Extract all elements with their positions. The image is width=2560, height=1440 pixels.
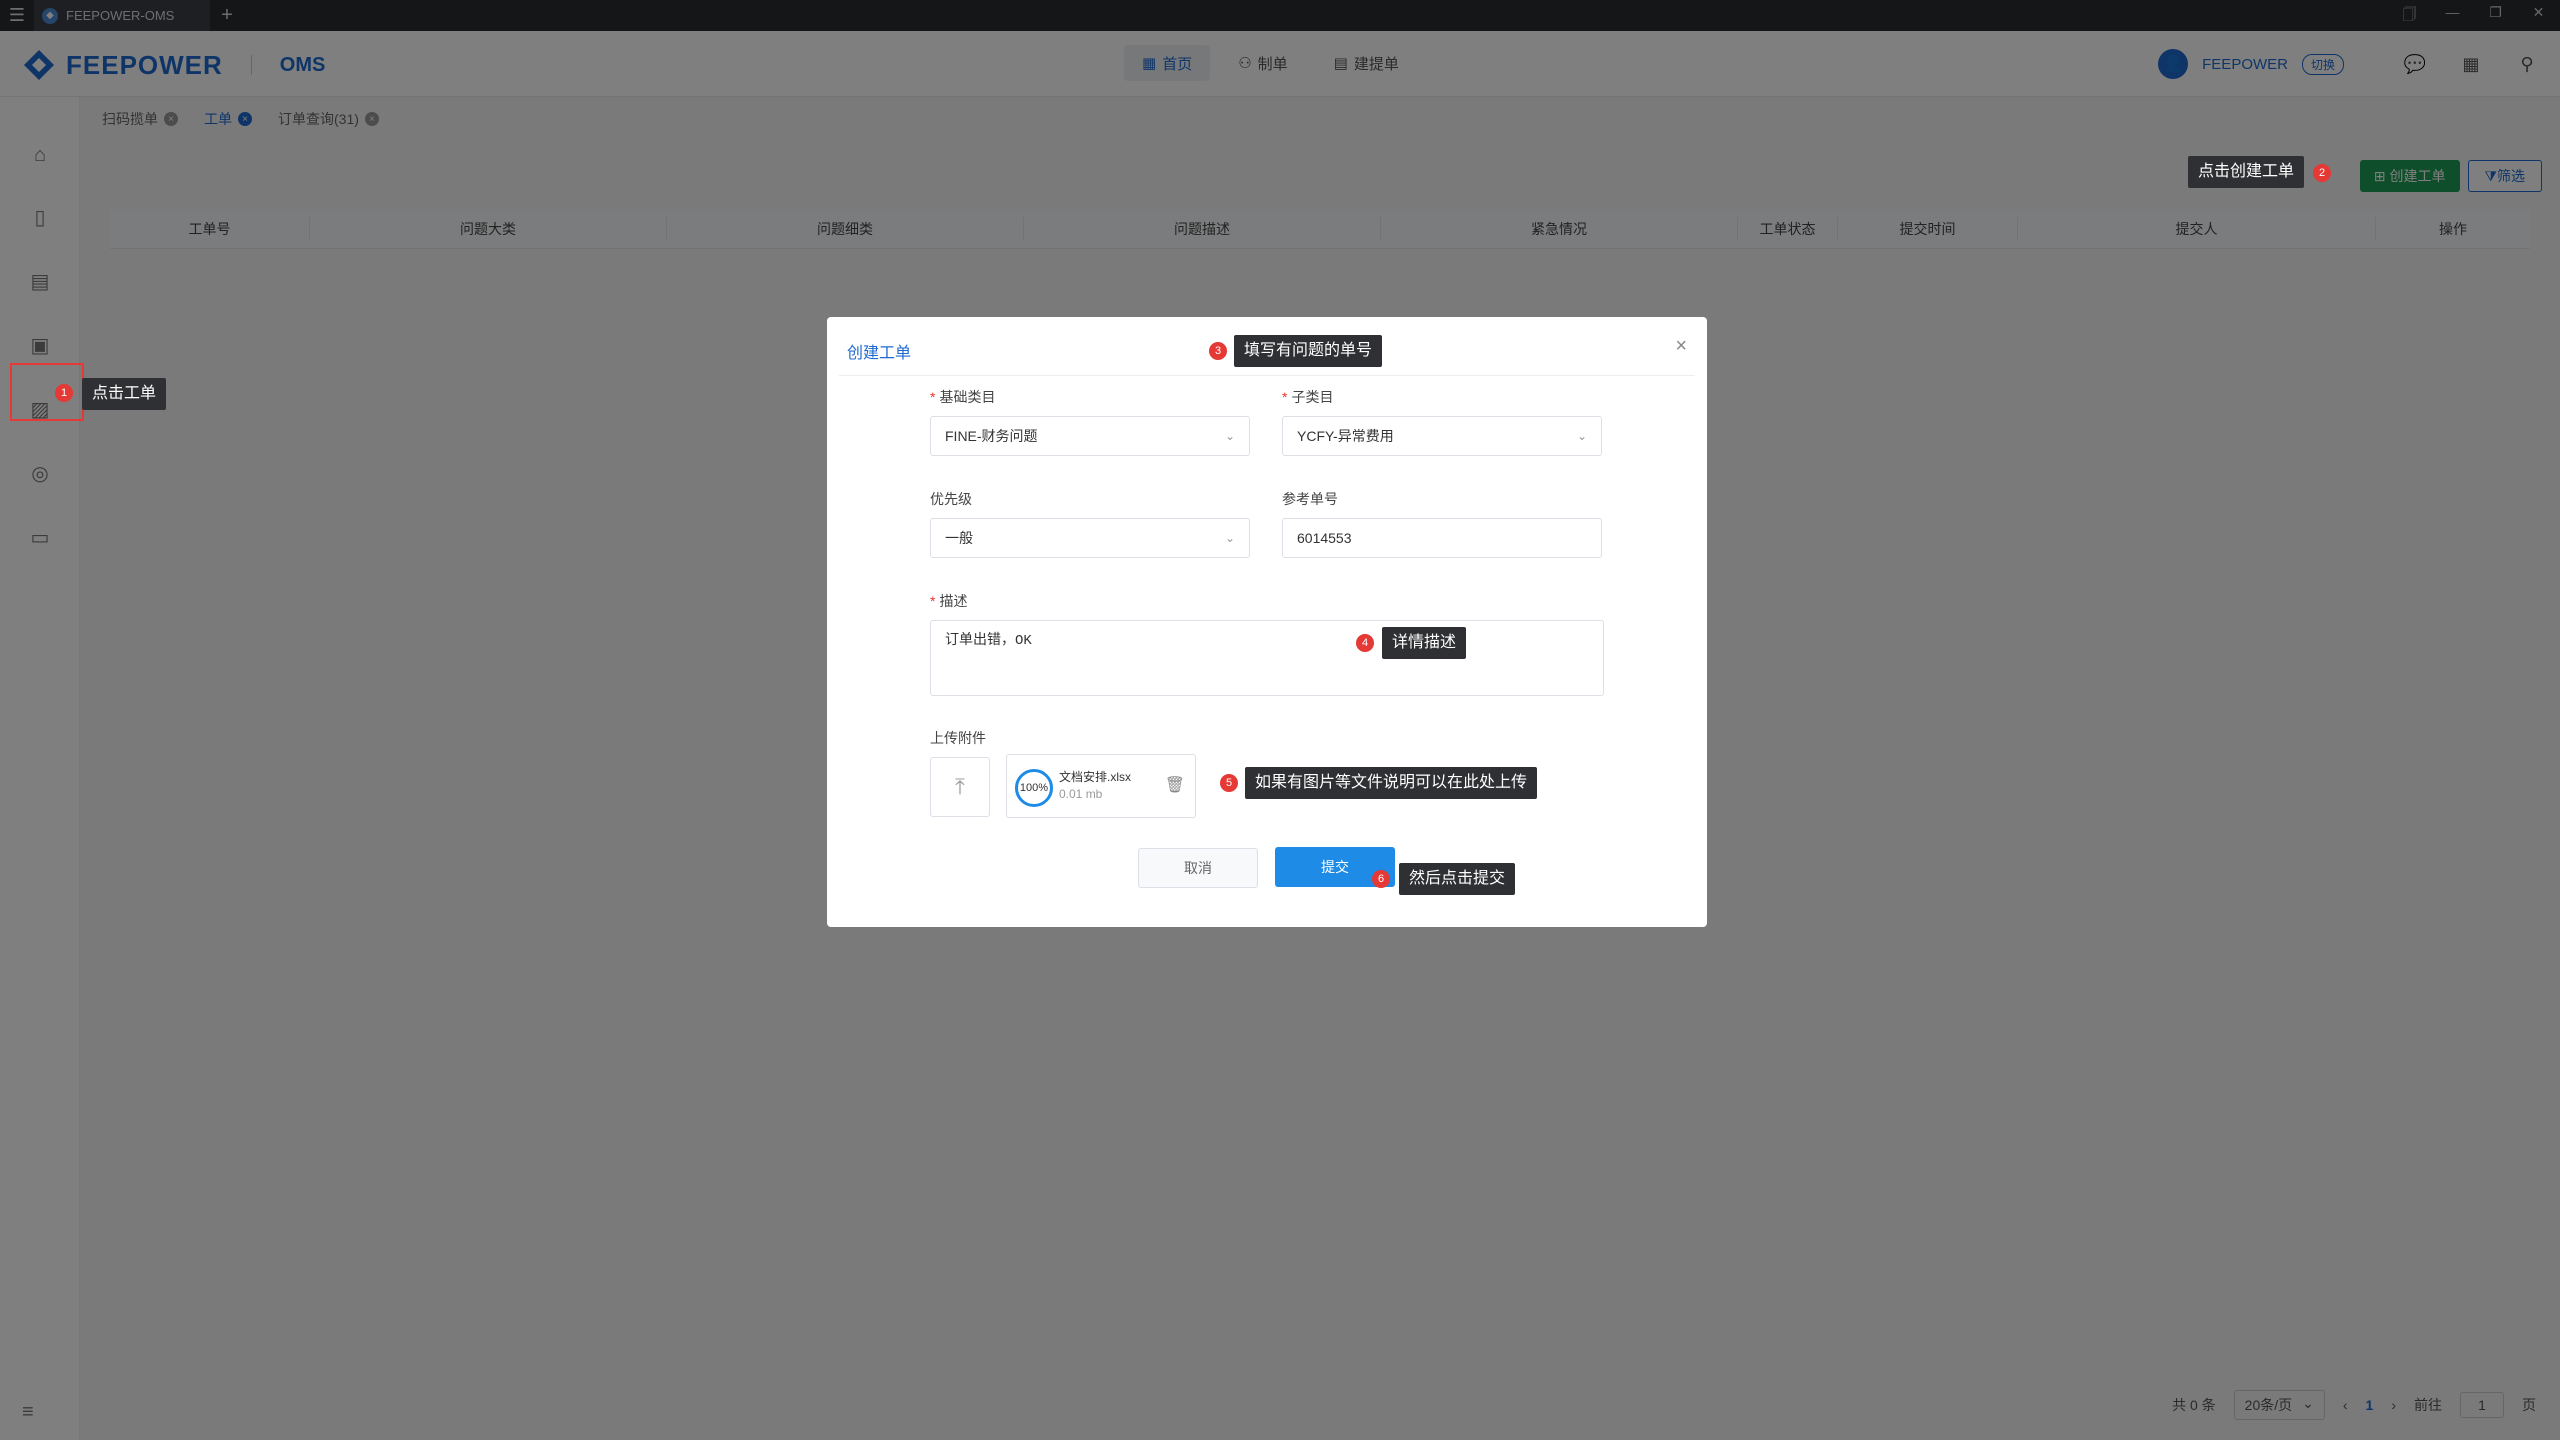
description-label: * 描述: [930, 591, 967, 611]
cancel-button[interactable]: 取消: [1138, 848, 1258, 888]
category-select[interactable]: FINE-财务问题 ⌄: [930, 416, 1250, 456]
file-name: 文档安排.xlsx: [1059, 770, 1132, 784]
reference-no-input[interactable]: 6014553: [1282, 518, 1602, 558]
priority-value: 一般: [945, 530, 973, 546]
subcategory-label: * 子类目: [1282, 387, 1333, 407]
upload-button[interactable]: ⤒: [930, 757, 990, 817]
subcategory-value: YCFY-异常费用: [1297, 428, 1394, 444]
close-icon[interactable]: ×: [1675, 335, 1687, 358]
file-size: 0.01 mb: [1059, 787, 1103, 801]
step-badge-3: 3: [1209, 342, 1227, 360]
step-badge-5: 5: [1220, 774, 1238, 792]
callout-1: 点击工单: [82, 378, 167, 410]
step-badge-4: 4: [1356, 634, 1374, 652]
category-label: * 基础类目: [930, 387, 995, 407]
reference-no-label: 参考单号: [1282, 491, 1338, 507]
description-textarea[interactable]: 订单出错，OK: [930, 620, 1604, 696]
callout-3: 填写有问题的单号: [1234, 335, 1383, 367]
callout-2: 点击创建工单: [2188, 156, 2305, 188]
step-badge-1: 1: [55, 384, 73, 402]
uploaded-file-card: 100% 文档安排.xlsx 0.01 mb 🗑: [1006, 754, 1196, 818]
chevron-down-icon: ⌄: [1576, 429, 1587, 443]
callout-4: 详情描述: [1382, 627, 1467, 659]
upload-icon: ⤒: [955, 774, 965, 799]
priority-label: 优先级: [930, 491, 972, 507]
dialog-divider: [839, 375, 1695, 376]
upload-progress-ring: 100%: [1015, 769, 1053, 807]
create-work-order-dialog: 创建工单 × * 基础类目 FINE-财务问题 ⌄ * 子类目 YCFY-异常费用 …: [827, 317, 1707, 927]
required-mark: *: [930, 593, 936, 609]
callout-6: 然后点击提交: [1399, 863, 1516, 895]
step-badge-2: 2: [2313, 164, 2331, 182]
step-badge-6: 6: [1372, 870, 1390, 888]
dialog-title: 创建工单: [847, 345, 912, 362]
subcategory-select[interactable]: YCFY-异常费用 ⌄: [1282, 416, 1602, 456]
chevron-down-icon: ⌄: [1224, 429, 1235, 443]
description-label-text: 描述: [939, 593, 968, 609]
category-label-text: 基础类目: [939, 389, 996, 405]
callout-5: 如果有图片等文件说明可以在此处上传: [1245, 767, 1538, 799]
trash-icon[interactable]: 🗑: [1165, 775, 1185, 795]
required-mark: *: [930, 389, 936, 405]
subcategory-label-text: 子类目: [1291, 389, 1334, 405]
category-value: FINE-财务问题: [945, 428, 1038, 444]
upload-label: 上传附件: [930, 730, 986, 746]
chevron-down-icon: ⌄: [1224, 531, 1235, 545]
priority-select[interactable]: 一般 ⌄: [930, 518, 1250, 558]
required-mark: *: [1282, 389, 1288, 405]
